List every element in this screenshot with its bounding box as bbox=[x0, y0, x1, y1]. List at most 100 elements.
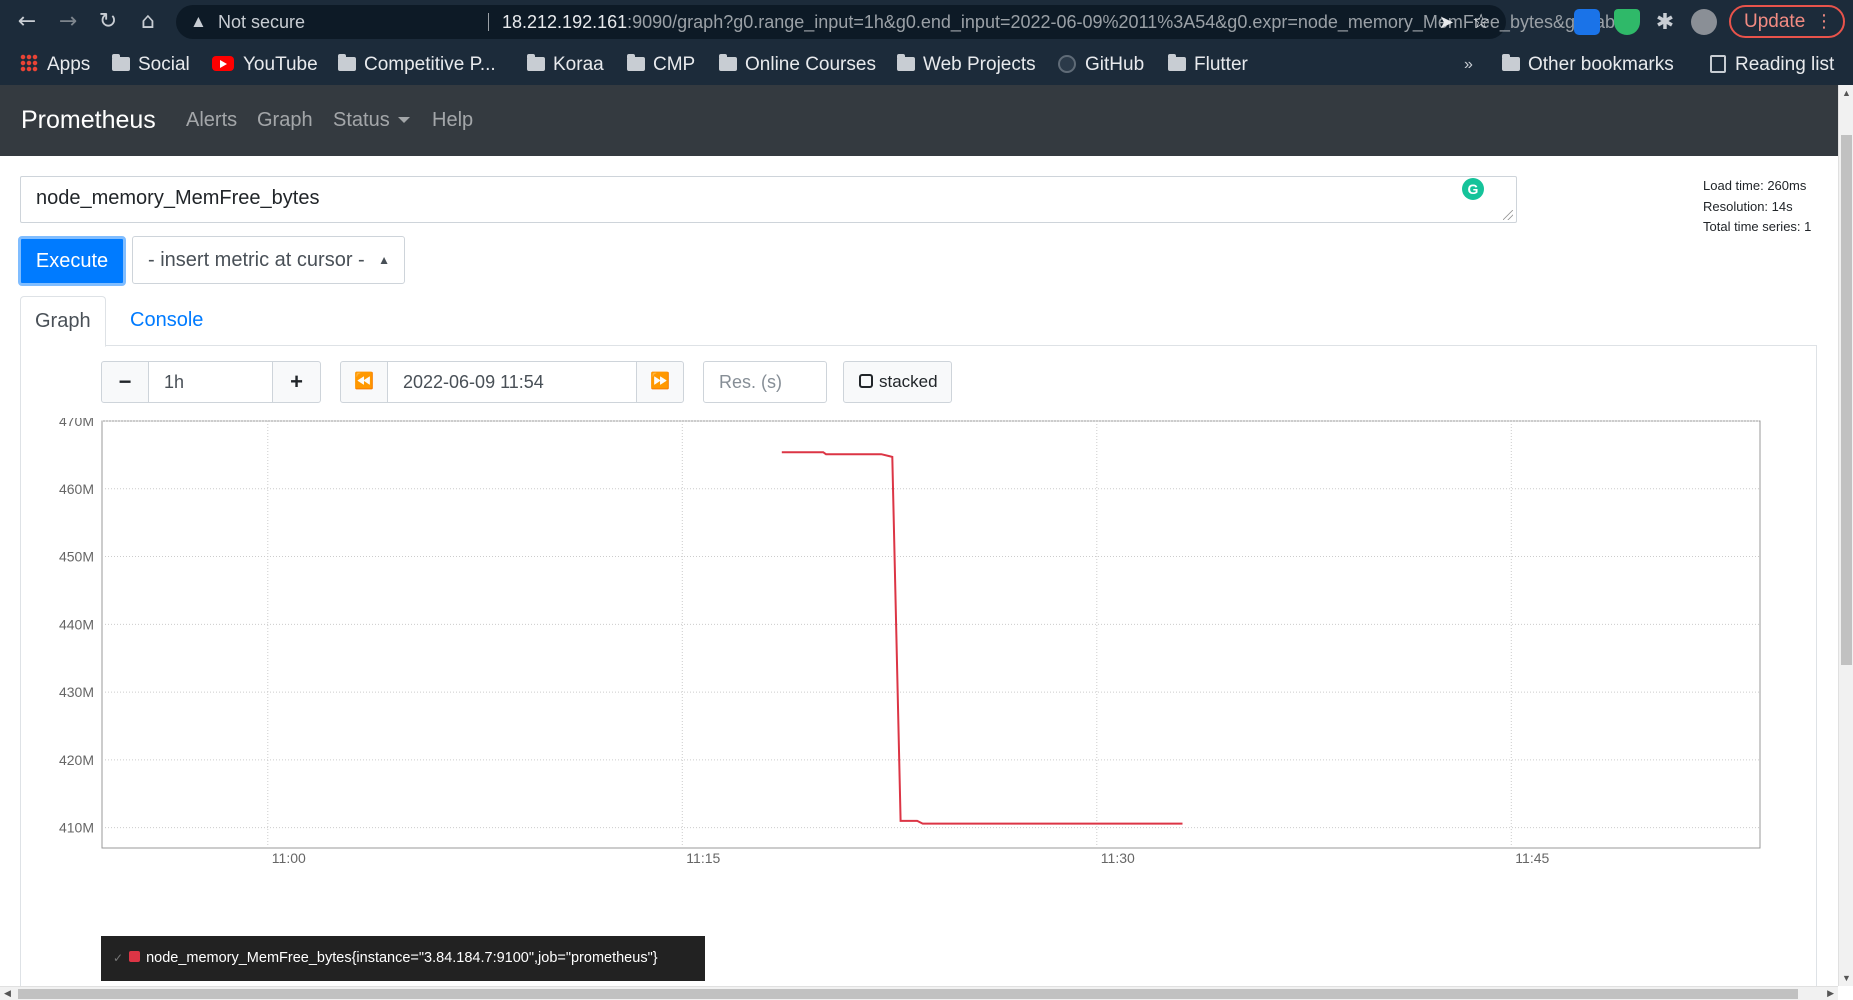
horizontal-scrollbar[interactable]: ◀ ▶ bbox=[0, 986, 1838, 1000]
x-tick-label: 11:00 bbox=[272, 850, 306, 866]
bookmark-youtube[interactable]: YouTube bbox=[212, 50, 318, 80]
resolution: Resolution: 14s bbox=[1703, 198, 1793, 214]
nav-status-label: Status bbox=[333, 109, 390, 131]
series-label: node_memory_MemFree_bytes{instance="3.84… bbox=[146, 950, 658, 966]
y-tick-label: 420M bbox=[59, 752, 94, 768]
insert-metric-label: - insert metric at cursor - bbox=[148, 249, 365, 271]
security-label: Not secure bbox=[218, 12, 306, 32]
scroll-left-arrow-icon[interactable]: ◀ bbox=[4, 988, 11, 998]
folder-icon bbox=[627, 54, 645, 71]
extensions-puzzle-icon[interactable]: ✱ bbox=[1652, 9, 1678, 35]
github-icon bbox=[1058, 55, 1076, 73]
brand-link[interactable]: Prometheus bbox=[21, 85, 156, 156]
bookmark-label: YouTube bbox=[243, 54, 318, 75]
tab-bar: Graph Console bbox=[20, 296, 1817, 347]
home-icon[interactable]: ⌂ bbox=[133, 7, 163, 37]
nav-status[interactable]: Status bbox=[333, 85, 410, 156]
bookmark-label: GitHub bbox=[1085, 54, 1145, 75]
bookmarks-bar: Apps Social YouTube Competitive P... Kor… bbox=[0, 44, 1853, 85]
end-time-input[interactable]: 2022-06-09 11:54 bbox=[387, 361, 637, 403]
insert-metric-select[interactable]: - insert metric at cursor - ▲ bbox=[132, 236, 405, 284]
profile-avatar[interactable] bbox=[1691, 9, 1717, 35]
prometheus-navbar: Prometheus Alerts Graph Status Help bbox=[0, 85, 1838, 156]
folder-icon bbox=[527, 54, 545, 71]
url-text[interactable]: 18.212.192.161:9090/graph?g0.range_input… bbox=[502, 5, 1642, 39]
bookmark-label: Koraa bbox=[553, 54, 604, 75]
series-legend[interactable]: ✓ node_memory_MemFree_bytes{instance="3.8… bbox=[101, 936, 705, 981]
range-input[interactable]: 1h bbox=[148, 361, 273, 403]
update-button[interactable]: Update ⋮ bbox=[1729, 5, 1845, 38]
horizontal-scroll-thumb[interactable] bbox=[18, 989, 1798, 999]
bookmark-cmp[interactable]: CMP bbox=[627, 50, 695, 80]
bookmark-label: Social bbox=[138, 54, 190, 75]
chevron-down-icon bbox=[397, 117, 410, 123]
shield-extension-icon[interactable] bbox=[1614, 9, 1640, 35]
scroll-up-arrow-icon[interactable]: ▲ bbox=[1842, 88, 1851, 98]
x-tick-label: 11:45 bbox=[1515, 850, 1549, 866]
nav-graph[interactable]: Graph bbox=[257, 85, 313, 156]
decrease-range-button[interactable]: − bbox=[101, 361, 149, 403]
tab-console[interactable]: Console bbox=[116, 296, 217, 346]
nav-help[interactable]: Help bbox=[432, 85, 473, 156]
graph-page: node_memory_MemFree_bytes G Load time: 2… bbox=[0, 156, 1838, 986]
y-tick-label: 410M bbox=[59, 820, 94, 836]
vertical-scroll-thumb[interactable] bbox=[1841, 135, 1852, 665]
bookmark-web-projects[interactable]: Web Projects bbox=[897, 50, 1036, 80]
vertical-scrollbar[interactable]: ▲ ▼ bbox=[1838, 85, 1853, 986]
query-stats: Load time: 260ms Resolution: 14s Total t… bbox=[1703, 176, 1833, 238]
address-bar[interactable]: ▲ Not secure 18.212.192.161:9090/graph?g… bbox=[176, 5, 1642, 39]
y-tick-label: 430M bbox=[59, 684, 94, 700]
check-icon: ✓ bbox=[113, 951, 124, 965]
grammarly-icon[interactable]: G bbox=[1462, 178, 1484, 200]
bookmark-koraa[interactable]: Koraa bbox=[527, 50, 604, 80]
scroll-down-arrow-icon[interactable]: ▼ bbox=[1842, 973, 1851, 983]
folder-icon bbox=[1168, 54, 1186, 71]
apps-grid-icon bbox=[20, 54, 38, 72]
youtube-icon bbox=[212, 56, 234, 71]
folder-icon bbox=[719, 54, 737, 71]
scroll-right-arrow-icon[interactable]: ▶ bbox=[1827, 988, 1834, 998]
address-divider bbox=[488, 13, 489, 31]
y-tick-label: 440M bbox=[59, 616, 94, 632]
reload-icon[interactable]: ↻ bbox=[93, 7, 123, 37]
bookmark-label: Competitive P... bbox=[364, 54, 496, 75]
reading-list[interactable]: Reading list bbox=[1710, 50, 1834, 80]
bookmark-github[interactable]: GitHub bbox=[1058, 50, 1144, 80]
send-tab-icon[interactable]: ➤ bbox=[1439, 5, 1454, 39]
bookmark-flutter[interactable]: Flutter bbox=[1168, 50, 1248, 80]
nav-alerts[interactable]: Alerts bbox=[186, 85, 237, 156]
execute-button[interactable]: Execute bbox=[18, 236, 126, 286]
expression-input[interactable]: node_memory_MemFree_bytes bbox=[20, 176, 1517, 223]
warning-icon: ▲ bbox=[190, 12, 207, 31]
y-tick-label: 470M bbox=[59, 418, 94, 429]
resolution-input[interactable]: Res. (s) bbox=[703, 361, 827, 403]
bookmark-label: Web Projects bbox=[923, 54, 1036, 75]
load-time: Load time: 260ms bbox=[1703, 178, 1807, 193]
resize-grip-icon[interactable] bbox=[1503, 210, 1513, 220]
fast-forward-icon[interactable]: ⏩ bbox=[636, 361, 684, 403]
tab-graph[interactable]: Graph bbox=[20, 296, 106, 347]
checkbox-icon bbox=[859, 374, 873, 388]
bookmark-label: CMP bbox=[653, 54, 696, 75]
rewind-icon[interactable]: ⏪ bbox=[340, 361, 388, 403]
other-bookmarks[interactable]: Other bookmarks bbox=[1502, 50, 1674, 80]
folder-icon bbox=[338, 54, 356, 71]
increase-range-button[interactable]: + bbox=[272, 361, 321, 403]
bookmark-label: Flutter bbox=[1194, 54, 1248, 75]
bookmark-star-icon[interactable]: ☆ bbox=[1472, 5, 1490, 39]
stacked-toggle-button[interactable]: stacked bbox=[843, 361, 952, 403]
select-arrows-icon: ▲ bbox=[378, 253, 390, 267]
bookmark-social[interactable]: Social bbox=[112, 50, 190, 80]
bookmark-label: Apps bbox=[47, 54, 91, 75]
stacked-label: stacked bbox=[879, 372, 938, 391]
more-menu-icon: ⋮ bbox=[1815, 11, 1833, 31]
bookmark-online-courses[interactable]: Online Courses bbox=[719, 50, 876, 80]
folder-icon bbox=[897, 54, 915, 71]
back-arrow-icon[interactable]: ← bbox=[12, 7, 42, 37]
bookmarks-overflow-chevron[interactable]: » bbox=[1464, 50, 1473, 80]
translate-extension-icon[interactable] bbox=[1574, 9, 1600, 35]
url-host: 18.212.192.161 bbox=[502, 12, 628, 32]
bookmark-competitive[interactable]: Competitive P... bbox=[338, 50, 496, 80]
bookmark-apps[interactable]: Apps bbox=[20, 50, 90, 80]
forward-arrow-icon[interactable]: → bbox=[53, 7, 83, 37]
